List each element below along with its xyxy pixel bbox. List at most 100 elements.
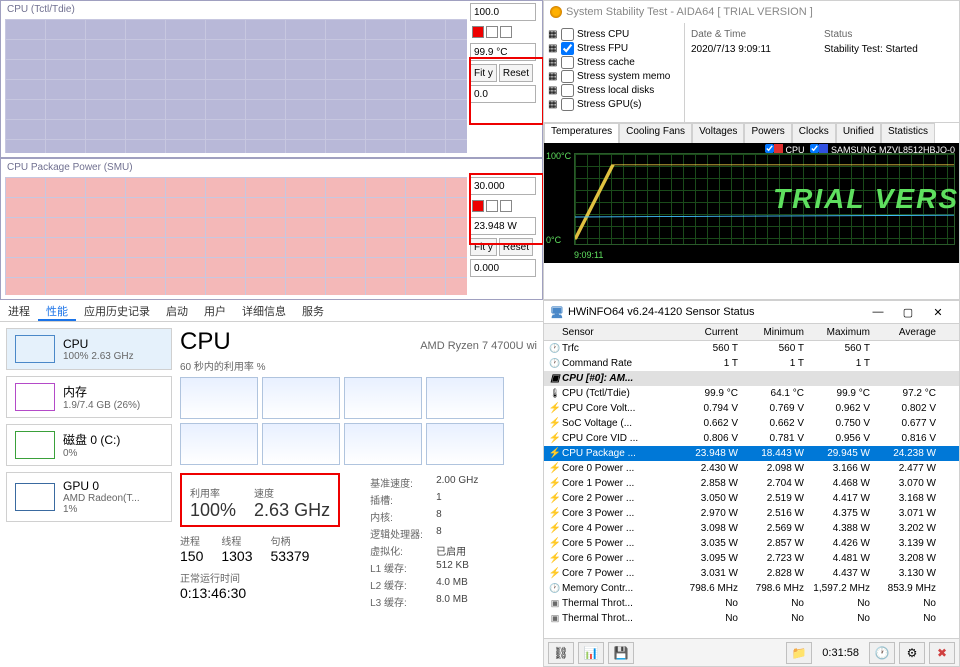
maximize-button[interactable]: ▢ [893,302,923,322]
stress-checkbox[interactable]: ▦ Stress system memo [548,70,680,83]
sensor-row[interactable]: Memory Contr...798.6 MHz798.6 MHz1,597.2… [544,581,959,596]
stress-checkbox[interactable]: ▦ Stress cache [548,56,680,69]
tm-card[interactable]: GPU 0AMD Radeon(T...1% [6,472,172,522]
status-btn[interactable]: 📊 [578,642,604,664]
tm-card[interactable]: 磁盘 0 (C:)0% [6,424,172,466]
aida-tab[interactable]: Temperatures [544,123,619,143]
tm-card[interactable]: CPU100% 2.63 GHz [6,328,172,370]
bolt-icon [548,523,562,534]
sensor-row[interactable]: Core 1 Power ...2.858 W2.704 W4.468 W3.0… [544,476,959,491]
sensor-row[interactable]: CPU Core VID ...0.806 V0.781 V0.956 V0.8… [544,431,959,446]
bolt-icon [548,538,562,549]
cpu-temp-graph [5,19,467,153]
bolt-icon [548,508,562,519]
tm-tab[interactable]: 进程 [0,300,38,321]
stress-checkbox[interactable]: ▦ Stress local disks [548,84,680,97]
sensor-row[interactable]: Command Rate1 T1 T1 T [544,356,959,371]
sensor-row[interactable]: CPU Package ...23.948 W18.443 W29.945 W2… [544,446,959,461]
sensor-row[interactable]: Core 4 Power ...3.098 W2.569 W4.388 W3.2… [544,521,959,536]
minimize-button[interactable]: ― [863,302,893,322]
bolt-icon [548,463,562,474]
sensor-row[interactable]: Thermal Throt...NoNoNoNo [544,611,959,626]
color-swatch[interactable] [486,26,498,38]
uptime-value: 0:13:46:30 [180,585,340,601]
sensor-row[interactable]: Core 6 Power ...3.095 W2.723 W4.481 W3.2… [544,551,959,566]
stress-checkbox[interactable]: ▦ Stress FPU [548,42,680,55]
tm-card[interactable]: 内存1.9/7.4 GB (26%) [6,376,172,418]
bolt-icon [548,403,562,414]
utilization-value: 100% [190,500,236,521]
chip-icon [548,598,562,609]
tm-tab[interactable]: 用户 [196,300,234,321]
sensor-row[interactable]: Core 2 Power ...3.050 W2.519 W4.417 W3.1… [544,491,959,506]
color-swatch[interactable] [500,26,512,38]
aida-title: System Stability Test - AIDA64 [ TRIAL V… [566,6,813,18]
core-graph [262,423,340,465]
clock-icon [548,583,562,594]
close-button[interactable]: ✕ [923,302,953,322]
datetime: 2020/7/13 9:09:11 [689,42,822,57]
aida-icon [550,6,562,18]
tm-tab[interactable]: 启动 [158,300,196,321]
settings-button[interactable]: ⚙ [899,642,925,664]
aida-tab[interactable]: Voltages [692,123,744,143]
highlight-box [469,57,544,125]
tm-tab[interactable]: 详细信息 [234,300,294,321]
core-graph [426,377,504,419]
pwr-min[interactable] [470,259,536,277]
sensor-row[interactable]: ▣CPU [#0]: AM... [544,371,959,386]
sensor-row[interactable]: Thermal Throt...NoNoNoNo [544,596,959,611]
cpu-power-graph [5,177,467,295]
graph-power-title: CPU Package Power (SMU) [7,162,133,173]
trial-watermark: TRIAL VERS [773,183,959,215]
hw-uptime: 0:31:58 [816,647,865,659]
chart-label: 60 秒内的利用率 % [180,358,537,373]
status-btn[interactable]: 📁 [786,642,812,664]
status-text: Stability Test: Started [822,42,955,57]
sensor-row[interactable]: Core 7 Power ...3.031 W2.828 W4.437 W3.1… [544,566,959,581]
clock-icon [548,343,562,354]
sensor-row[interactable]: CPU (Tctl/Tdie)99.9 °C64.1 °C99.9 °C97.2… [544,386,959,401]
cpu-model: AMD Ryzen 7 4700U wi [420,340,537,352]
core-graph [262,377,340,419]
clock-icon [548,358,562,369]
aida-tab[interactable]: Clocks [792,123,836,143]
sensor-row[interactable]: Core 5 Power ...3.035 W2.857 W4.426 W3.1… [544,536,959,551]
close-button[interactable]: ✖ [929,642,955,664]
chip-icon [548,613,562,624]
bolt-icon [548,478,562,489]
hw-title: HWiNFO64 v6.24-4120 Sensor Status [568,306,754,318]
sensor-row[interactable]: Core 0 Power ...2.430 W2.098 W3.166 W2.4… [544,461,959,476]
status-btn[interactable]: ⛓ [548,642,574,664]
speed-value: 2.63 GHz [254,500,330,521]
clock-icon[interactable]: 🕐 [869,642,895,664]
aida-tab[interactable]: Powers [744,123,791,143]
status-btn[interactable]: 💾 [608,642,634,664]
temp-max[interactable] [470,3,536,21]
bolt-icon [548,493,562,504]
tm-header: CPU [180,328,231,356]
sensor-row[interactable]: CPU Core Volt...0.794 V0.769 V0.962 V0.8… [544,401,959,416]
tm-tab[interactable]: 性能 [38,300,76,321]
tm-tab[interactable]: 应用历史记录 [76,300,158,321]
sensor-row[interactable]: Core 3 Power ...2.970 W2.516 W4.375 W3.0… [544,506,959,521]
stress-checkbox[interactable]: ▦ Stress GPU(s) [548,98,680,111]
core-graph [344,377,422,419]
temp-icon [548,388,562,399]
bolt-icon [548,418,562,429]
bolt-icon [548,568,562,579]
sensor-row[interactable]: SoC Voltage (...0.662 V0.662 V0.750 V0.6… [544,416,959,431]
tm-tab[interactable]: 服务 [294,300,332,321]
stress-checkbox[interactable]: ▦ Stress CPU [548,28,680,41]
sensor-row[interactable]: Trfc560 T560 T560 T [544,341,959,356]
core-graph [180,423,258,465]
aida-tab[interactable]: Unified [836,123,881,143]
color-swatch[interactable] [472,26,484,38]
highlight-box [469,173,544,245]
aida-tab[interactable]: Statistics [881,123,935,143]
aida-tab[interactable]: Cooling Fans [619,123,692,143]
core-graph [426,423,504,465]
core-graph [180,377,258,419]
bolt-icon [548,448,562,459]
bolt-icon [548,553,562,564]
